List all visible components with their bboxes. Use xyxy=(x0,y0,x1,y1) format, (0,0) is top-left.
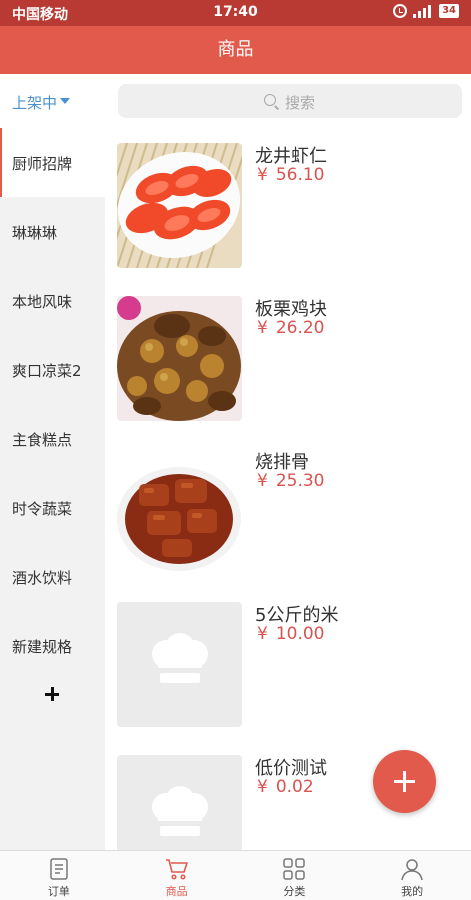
currency-symbol: ¥ xyxy=(257,165,268,185)
product-image-placeholder xyxy=(117,755,242,850)
product-image xyxy=(117,143,242,268)
status-filter-dropdown[interactable]: 上架中 xyxy=(0,74,105,128)
category-grid-icon xyxy=(282,857,306,881)
category-label: 本地风味 xyxy=(12,293,73,311)
category-label: 厨师招牌 xyxy=(12,155,73,173)
category-item[interactable]: 新建规格 xyxy=(0,611,105,680)
category-label: 新建规格 xyxy=(12,638,73,656)
category-sidebar: 上架中 厨师招牌琳琳琳本地风味爽口凉菜2 主食糕点时令蔬菜酒水饮料新建规格 xyxy=(0,74,105,850)
product-image-placeholder xyxy=(117,602,242,727)
tab-label: 订单 xyxy=(47,885,70,898)
tab-label: 我的 xyxy=(401,885,424,898)
currency-symbol: ¥ xyxy=(257,471,268,491)
category-list: 厨师招牌琳琳琳本地风味爽口凉菜2 主食糕点时令蔬菜酒水饮料新建规格 xyxy=(0,128,105,680)
tab-label: 分类 xyxy=(283,885,306,898)
price-value: 10.00 xyxy=(275,624,325,644)
product-price: ¥25.30 xyxy=(257,471,325,491)
page-title: 商品 xyxy=(217,39,254,60)
price-value: 0.02 xyxy=(275,777,314,797)
bottom-tab-bar: 订单 商品 分类 我的 xyxy=(0,850,471,900)
app-header: 商品 xyxy=(0,26,471,74)
category-item[interactable]: 爽口凉菜2 xyxy=(0,335,105,404)
tab-category-grid[interactable]: 分类 xyxy=(236,851,354,900)
status-bar: 中国移动 17:40 34 xyxy=(0,0,471,26)
search-icon xyxy=(264,94,276,106)
user-icon xyxy=(400,857,424,881)
currency-symbol: ¥ xyxy=(257,777,268,797)
category-item[interactable]: 酒水饮料 xyxy=(0,542,105,611)
category-item[interactable]: 时令蔬菜 xyxy=(0,473,105,542)
product-price: ¥26.20 xyxy=(257,318,325,338)
search-input[interactable]: 搜索 xyxy=(118,84,462,118)
search-placeholder: 搜索 xyxy=(285,94,316,112)
product-price: ¥10.00 xyxy=(257,624,325,644)
category-label: 主食糕点 xyxy=(12,431,73,449)
category-item[interactable]: 厨师招牌 xyxy=(0,128,105,197)
signal-icon xyxy=(413,4,433,18)
product-item[interactable]: 龙井虾仁 ¥56.10 xyxy=(117,128,457,268)
price-value: 25.30 xyxy=(275,471,325,491)
category-item[interactable]: 本地风味 xyxy=(0,266,105,335)
price-value: 26.20 xyxy=(275,318,325,338)
category-item[interactable]: 琳琳琳 xyxy=(0,197,105,266)
category-label: 爽口凉菜2 xyxy=(12,362,82,380)
product-item[interactable]: 烧排骨 ¥25.30 xyxy=(117,434,457,574)
status-filter-label: 上架中 xyxy=(12,94,58,112)
product-item[interactable]: 板栗鸡块 ¥26.20 xyxy=(117,281,457,421)
add-category-button[interactable] xyxy=(38,680,66,708)
tab-cart[interactable]: 商品 xyxy=(118,851,236,900)
tab-order[interactable]: 订单 xyxy=(0,851,118,900)
category-item[interactable]: 主食糕点 xyxy=(0,404,105,473)
battery-icon: 34 xyxy=(439,4,459,18)
order-icon xyxy=(47,857,71,881)
tab-label: 商品 xyxy=(165,885,188,898)
product-image xyxy=(117,296,242,421)
alarm-icon xyxy=(393,4,408,18)
product-item[interactable]: 5公斤的米 ¥10.00 xyxy=(117,587,457,727)
product-price: ¥56.10 xyxy=(257,165,325,185)
chef-hat-icon xyxy=(152,633,208,683)
cart-icon xyxy=(165,857,189,881)
tab-user[interactable]: 我的 xyxy=(353,851,471,900)
currency-symbol: ¥ xyxy=(257,624,268,644)
category-label: 时令蔬菜 xyxy=(12,500,73,518)
price-value: 56.10 xyxy=(275,165,325,185)
currency-symbol: ¥ xyxy=(257,318,268,338)
product-list: 龙井虾仁 ¥56.10 板栗鸡块 ¥26.20 烧排骨 ¥ 25.30 5公斤的… xyxy=(105,128,471,850)
caret-down-icon xyxy=(60,98,70,104)
add-product-button[interactable] xyxy=(373,750,436,813)
category-label: 琳琳琳 xyxy=(12,224,58,242)
chef-hat-icon xyxy=(152,786,208,836)
product-image xyxy=(117,449,242,574)
product-price: ¥0.02 xyxy=(257,777,314,797)
category-label: 酒水饮料 xyxy=(12,569,73,587)
